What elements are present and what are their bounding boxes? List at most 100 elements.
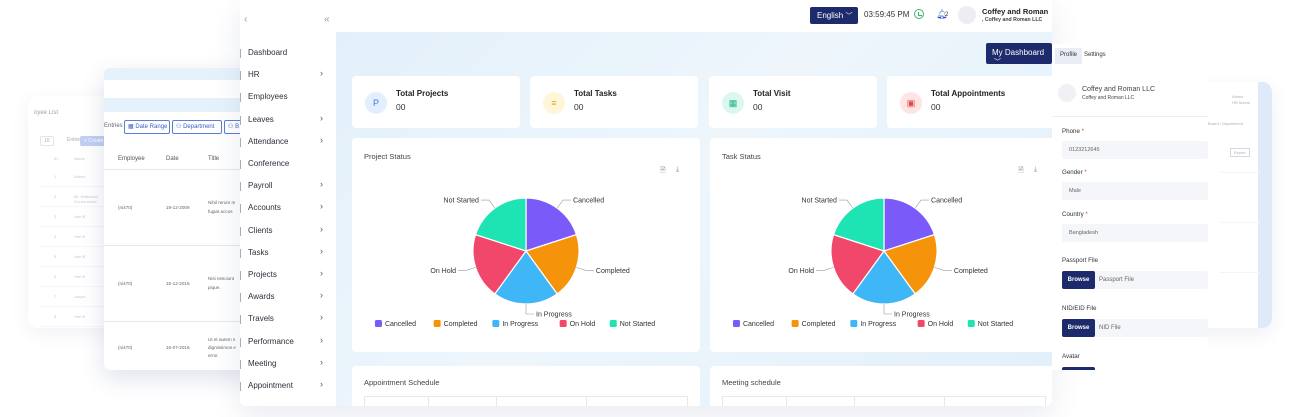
chevron-right-icon: › <box>320 356 323 367</box>
legend-label[interactable]: Completed <box>802 321 836 328</box>
legend-label[interactable]: On Hold <box>928 321 954 328</box>
chevron-right-icon: › <box>320 112 323 123</box>
user-name[interactable]: Coffey and Roman <box>982 7 1048 16</box>
stat-value: 00 <box>396 102 406 112</box>
sidebar-item-payroll[interactable]: Payroll › <box>240 176 336 198</box>
menu-bullet-icon <box>240 271 243 280</box>
sidebar-item-conference[interactable]: Conference <box>240 154 336 176</box>
sidebar-item-awards[interactable]: Awards › <box>240 287 336 309</box>
sidebar-item-leaves[interactable]: Leaves › <box>240 110 336 132</box>
employee-name[interactable]: Hari B <box>74 274 85 279</box>
employee-name[interactable]: Jusyio <box>74 294 85 299</box>
employee-id: 6 <box>54 274 57 279</box>
date-range-button[interactable]: ▦ Date Range <box>124 120 170 134</box>
legend-swatch[interactable] <box>791 320 799 327</box>
table-header: Employee Date Title <box>104 148 254 170</box>
browse-button[interactable]: Browse <box>1062 319 1095 337</box>
legend-label[interactable]: Not Started <box>978 321 1014 328</box>
sidebar-item-label: Appointment <box>248 381 293 390</box>
chevron-right-icon: › <box>320 68 323 79</box>
passport-file-input[interactable]: Browse Passport File <box>1062 271 1208 289</box>
country-select[interactable]: Bangladesh <box>1062 224 1208 242</box>
employee-name[interactable]: Hari B <box>74 214 85 219</box>
sidebar-item-performance[interactable]: Performance › <box>240 332 336 354</box>
legend-label[interactable]: In Progress <box>860 321 896 328</box>
employee-name[interactable]: Admin <box>74 174 85 179</box>
stat-value: 00 <box>574 102 584 112</box>
nid-file-input[interactable]: Browse NID File <box>1062 319 1208 337</box>
leader-line <box>883 304 892 315</box>
browse-button[interactable]: Browse <box>1062 271 1095 289</box>
department-button[interactable]: ⚇ Department <box>172 120 222 134</box>
legend-label[interactable]: In Progress <box>502 321 538 328</box>
sidebar-item-accounts[interactable]: Accounts › <box>240 198 336 220</box>
language-dropdown[interactable]: English ﹀ <box>810 7 858 24</box>
legend-label[interactable]: Cancelled <box>385 321 416 328</box>
legend-swatch[interactable] <box>609 320 617 327</box>
slice-label: On Hold <box>788 268 814 275</box>
stat-card-total-visit[interactable]: ▦ Total Visit 00 <box>709 76 877 128</box>
legend-swatch[interactable] <box>559 320 567 327</box>
my-dashboard-dropdown[interactable]: My Dashboard ﹀ <box>986 43 1052 66</box>
phone-field[interactable]: 0123212645 <box>1062 141 1208 159</box>
tab-profile[interactable]: Profile <box>1055 48 1083 64</box>
menu-bullet-icon <box>240 382 243 391</box>
sidebar-item-appointment[interactable]: Appointment › <box>240 376 336 398</box>
sidebar-back-icon[interactable]: ‹ <box>244 14 247 25</box>
legend-swatch[interactable] <box>917 320 925 327</box>
stat-card-total-tasks[interactable]: ≡ Total Tasks 00 <box>530 76 698 128</box>
chevron-right-icon: › <box>320 290 323 301</box>
tab-settings[interactable]: Settings <box>1079 48 1111 64</box>
sidebar-item-travels[interactable]: Travels › <box>240 309 336 331</box>
card-edge-band <box>1258 82 1272 328</box>
avatar-browse-button[interactable] <box>1062 367 1095 370</box>
task-status-card: Task Status 🗎 ⤓ Cancelled Completed In Pro… <box>710 138 1052 352</box>
stat-card-total-projects[interactable]: P Total Projects 00 <box>352 76 520 128</box>
sidebar-item-employees[interactable]: Employees <box>240 87 336 109</box>
table-row[interactable]: (ni470) 19-12-2009 Nihil rerum m fugiat … <box>104 170 254 246</box>
sidebar-item-hr[interactable]: HR › <box>240 65 336 87</box>
employee-name[interactable]: Mr. Nafeesah Gonza world <box>74 194 98 204</box>
dashboard-content: My Dashboard ﹀ P Total Projects 00 ≡ Total T… <box>336 32 1052 406</box>
legend-label[interactable]: On Hold <box>570 321 596 328</box>
legend-swatch[interactable] <box>732 320 740 327</box>
sidebar-item-label: Accounts <box>248 203 281 213</box>
table-row[interactable]: (ni470) 15-12-2015 Nisi nesciunt pique. <box>104 246 254 322</box>
sidebar-item-projects[interactable]: Projects › <box>240 265 336 287</box>
sidebar-item-label: Dashboard <box>248 48 288 57</box>
avatar[interactable] <box>958 6 976 24</box>
menu-bullet-icon <box>240 359 243 369</box>
chevron-right-icon: › <box>320 245 323 256</box>
legend-label[interactable]: Not Started <box>620 321 656 328</box>
users-icon: ⚇ <box>228 124 234 130</box>
sidebar-collapse-icon[interactable]: « <box>324 14 330 25</box>
legend-swatch[interactable] <box>374 320 382 327</box>
menu-bullet-icon <box>240 337 243 347</box>
sidebar-item-tasks[interactable]: Tasks › <box>240 243 336 265</box>
employee-name[interactable]: Hari B <box>74 254 85 259</box>
gender-select[interactable]: Male <box>1062 182 1208 200</box>
legend-swatch[interactable] <box>492 320 500 327</box>
bg-export-button[interactable]: Export <box>1230 148 1250 157</box>
table-row[interactable]: (ni470) 16-07-2016 Ut et autem s digniss… <box>104 322 254 370</box>
col-date: Date <box>166 156 179 162</box>
sidebar-item-dashboard[interactable]: Dashboard <box>240 43 336 65</box>
legend-label[interactable]: Cancelled <box>743 321 774 328</box>
sidebar-item-clients[interactable]: Clients › <box>240 221 336 243</box>
employee-name[interactable]: Hari B <box>74 234 85 239</box>
slice-label: In Progress <box>536 312 572 319</box>
legend-swatch[interactable] <box>967 320 975 327</box>
entries-select[interactable]: 10 <box>40 136 54 146</box>
legend-swatch[interactable] <box>433 320 441 327</box>
sidebar-item-label: Payroll <box>248 181 273 191</box>
legend-label[interactable]: Completed <box>444 321 478 328</box>
clock-in-icon[interactable] <box>914 9 924 19</box>
sidebar-item-label: HR <box>248 70 260 80</box>
sidebar-item-attendance[interactable]: Attendance › <box>240 132 336 154</box>
entries-label: Entries <box>104 123 123 129</box>
employee-name[interactable]: Hari B <box>74 314 85 319</box>
legend-swatch[interactable] <box>850 320 858 327</box>
nid-file-label: NID/EID File <box>1062 305 1097 312</box>
sidebar-item-meeting[interactable]: Meeting › <box>240 354 336 376</box>
stat-card-total-appointments[interactable]: ▣ Total Appointments 00 <box>887 76 1052 128</box>
